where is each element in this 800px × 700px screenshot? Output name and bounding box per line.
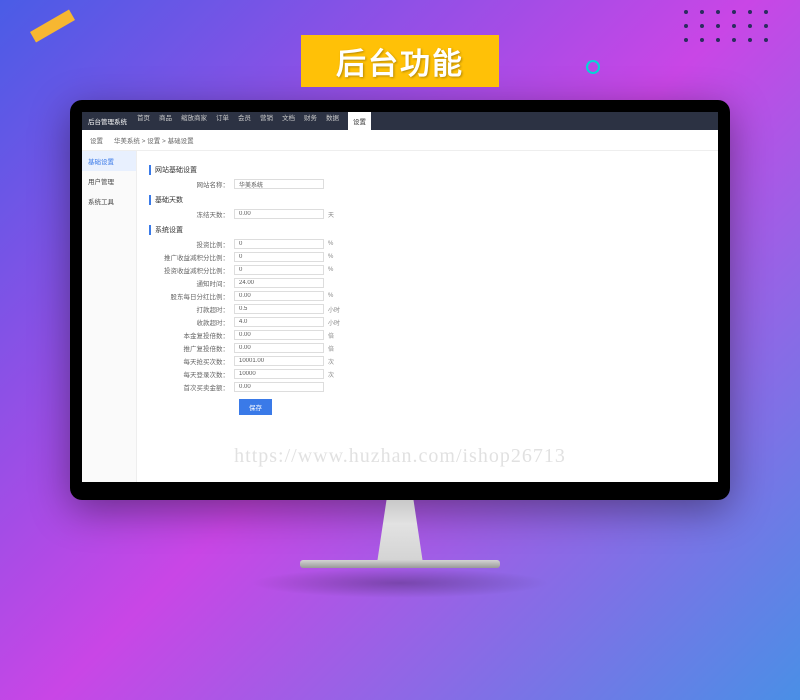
field-unit: 天 (328, 210, 334, 219)
bg-dots (684, 10, 770, 42)
field-unit: % (328, 267, 333, 273)
sidebar-item-0[interactable]: 基础设置 (82, 151, 136, 171)
nav-item-5[interactable]: 营销 (260, 112, 273, 130)
breadcrumb: 设置 华美系统 > 设置 > 基础设置 (82, 130, 718, 151)
nav-item-2[interactable]: 缩放商家 (181, 112, 207, 130)
form-row: 打款超时： 小时 (149, 304, 706, 314)
save-button[interactable]: 保存 (239, 399, 272, 415)
field-unit: 小时 (328, 318, 340, 327)
field-input[interactable] (234, 265, 324, 275)
nav-item-7[interactable]: 财务 (304, 112, 317, 130)
field-unit: % (328, 241, 333, 247)
field-label: 推广收益减积分比例： (149, 252, 234, 262)
field-input[interactable] (234, 179, 324, 189)
form-row: 本金复投倍数： 倍 (149, 330, 706, 340)
nav-item-1[interactable]: 商品 (159, 112, 172, 130)
form-row: 投资比例：% (149, 239, 706, 249)
field-label: 投资收益减积分比例： (149, 265, 234, 275)
banner-title: 后台功能 (336, 48, 464, 81)
form-row: 推广复投倍数： 倍 (149, 343, 706, 353)
topbar: 后台管理系统 首页商品缩放商家订单会员营销文档财务数据设置 (82, 112, 718, 130)
apple-logo-icon (82, 482, 718, 488)
field-label: 每天登录次数： (149, 369, 234, 379)
nav-item-0[interactable]: 首页 (137, 112, 150, 130)
field-input[interactable] (234, 317, 324, 327)
form-row: 收款超时： 小时 (149, 317, 706, 327)
field-input[interactable] (234, 304, 324, 314)
form-row: 每天登录次数： 次 (149, 369, 706, 379)
content-panel: 网站基础设置网站名称：基础天数冻结天数：天系统设置投资比例：%推广收益减积分比例… (137, 151, 718, 482)
field-unit: 倍 (328, 331, 334, 340)
field-input[interactable] (234, 291, 324, 301)
form-row: 投资收益减积分比例：% (149, 265, 706, 275)
field-input[interactable] (234, 382, 324, 392)
field-label: 打款超时： (149, 304, 234, 314)
form-row: 通知时间： (149, 278, 706, 288)
nav-item-8[interactable]: 数据 (326, 112, 339, 130)
field-label: 首次买卖金额： (149, 382, 234, 392)
nav-item-4[interactable]: 会员 (238, 112, 251, 130)
monitor-stand (355, 500, 445, 560)
field-unit: 次 (328, 357, 334, 366)
field-label: 每天抢买次数： (149, 356, 234, 366)
form-row: 冻结天数： 天 (149, 209, 706, 219)
section-title: 系统设置 (149, 225, 706, 235)
admin-screen: 后台管理系统 首页商品缩放商家订单会员营销文档财务数据设置 设置 华美系统 > … (82, 112, 718, 482)
breadcrumb-path: 华美系统 > 设置 > 基础设置 (114, 138, 194, 145)
field-unit: 次 (328, 370, 334, 379)
field-unit: % (328, 293, 333, 299)
field-input[interactable] (234, 343, 324, 353)
sidebar-item-2[interactable]: 系统工具 (82, 191, 136, 211)
monitor-frame: 后台管理系统 首页商品缩放商家订单会员营销文档财务数据设置 设置 华美系统 > … (70, 100, 730, 598)
sidebar-item-1[interactable]: 用户管理 (82, 171, 136, 191)
field-input[interactable] (234, 252, 324, 262)
form-row: 网站名称： (149, 179, 706, 189)
monitor-shadow (250, 568, 550, 598)
top-nav: 首页商品缩放商家订单会员营销文档财务数据设置 (137, 112, 371, 130)
section-title: 基础天数 (149, 195, 706, 205)
monitor-base (300, 560, 500, 568)
field-label: 本金复投倍数： (149, 330, 234, 340)
field-input[interactable] (234, 369, 324, 379)
field-input[interactable] (234, 356, 324, 366)
form-row: 首次买卖金额： (149, 382, 706, 392)
field-unit: 小时 (328, 305, 340, 314)
form-row: 每天抢买次数： 次 (149, 356, 706, 366)
field-unit: % (328, 254, 333, 260)
field-label: 通知时间： (149, 278, 234, 288)
field-label: 收款超时： (149, 317, 234, 327)
section-title: 网站基础设置 (149, 165, 706, 175)
brand-label: 后台管理系统 (88, 116, 127, 126)
bg-accent (30, 10, 75, 43)
sidebar: 基础设置用户管理系统工具 (82, 151, 137, 482)
form-row: 股东每日分红比例：% (149, 291, 706, 301)
field-unit: 倍 (328, 344, 334, 353)
field-input[interactable] (234, 209, 324, 219)
field-input[interactable] (234, 278, 324, 288)
breadcrumb-root[interactable]: 设置 (90, 138, 103, 145)
field-label: 股东每日分红比例： (149, 291, 234, 301)
bg-circle-icon (586, 60, 600, 74)
nav-item-6[interactable]: 文档 (282, 112, 295, 130)
field-label: 网站名称： (149, 179, 234, 189)
page-banner: 后台功能 (301, 35, 499, 87)
field-input[interactable] (234, 330, 324, 340)
form-row: 推广收益减积分比例：% (149, 252, 706, 262)
field-label: 投资比例： (149, 239, 234, 249)
field-label: 冻结天数： (149, 209, 234, 219)
field-input[interactable] (234, 239, 324, 249)
field-label: 推广复投倍数： (149, 343, 234, 353)
nav-item-9[interactable]: 设置 (348, 112, 371, 130)
nav-item-3[interactable]: 订单 (216, 112, 229, 130)
